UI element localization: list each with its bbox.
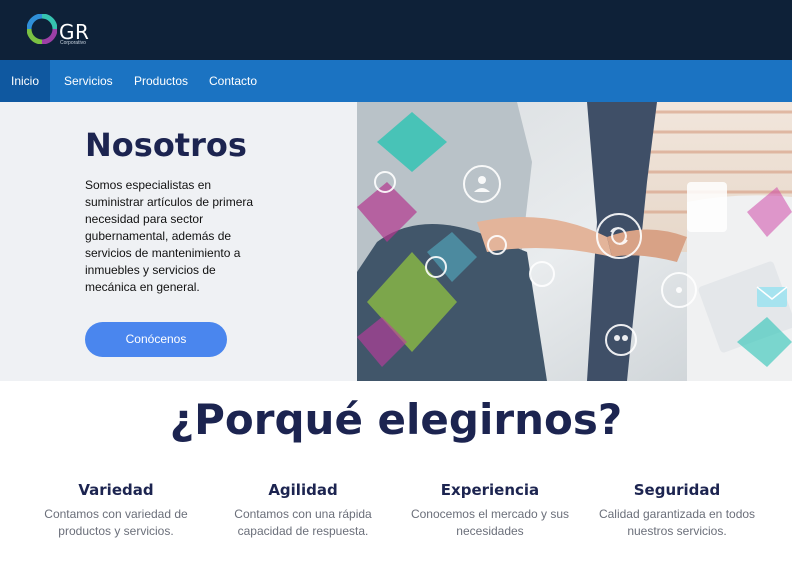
feature-description: Conocemos el mercado y sus necesidades	[410, 507, 570, 538]
why-us-title: ¿Porqué elegirnos?	[169, 395, 623, 444]
nav-item-contacto[interactable]: Contacto	[209, 60, 257, 102]
feature-title: Seguridad	[633, 481, 721, 499]
feature-title: Agilidad	[268, 481, 338, 499]
feature-experiencia: Experiencia Conocemos el mercado y sus n…	[410, 481, 570, 540]
conocenos-button[interactable]: Conócenos	[85, 322, 227, 357]
feature-description: Contamos con una rápida capacidad de res…	[234, 507, 372, 538]
site-header: GR Corporativo	[0, 0, 792, 60]
feature-description: Contamos con variedad de productos y ser…	[44, 507, 188, 538]
handshake-photo-illustration	[357, 102, 792, 381]
hero-description: Somos especialistas en suministrar artíc…	[85, 178, 254, 294]
hero-title: Nosotros	[85, 126, 247, 164]
nav-item-productos[interactable]: Productos	[134, 60, 188, 102]
feature-title: Variedad	[78, 481, 154, 499]
feature-variedad: Variedad Contamos con variedad de produc…	[36, 481, 196, 540]
main-nav: Inicio Servicios Productos Contacto	[0, 60, 792, 102]
feature-description: Calidad garantizada en todos nuestros se…	[598, 507, 756, 538]
nav-item-servicios[interactable]: Servicios	[64, 60, 113, 102]
brand-logo[interactable]: GR Corporativo	[27, 14, 107, 48]
logo-ring-icon	[27, 14, 57, 44]
feature-agilidad: Agilidad Contamos con una rápida capacid…	[223, 481, 383, 540]
feature-seguridad: Seguridad Calidad garantizada en todos n…	[597, 481, 757, 540]
hero-image	[357, 102, 792, 381]
logo-subtitle: Corporativo	[60, 40, 86, 46]
feature-title: Experiencia	[440, 481, 540, 499]
nav-item-inicio[interactable]: Inicio	[0, 60, 50, 102]
